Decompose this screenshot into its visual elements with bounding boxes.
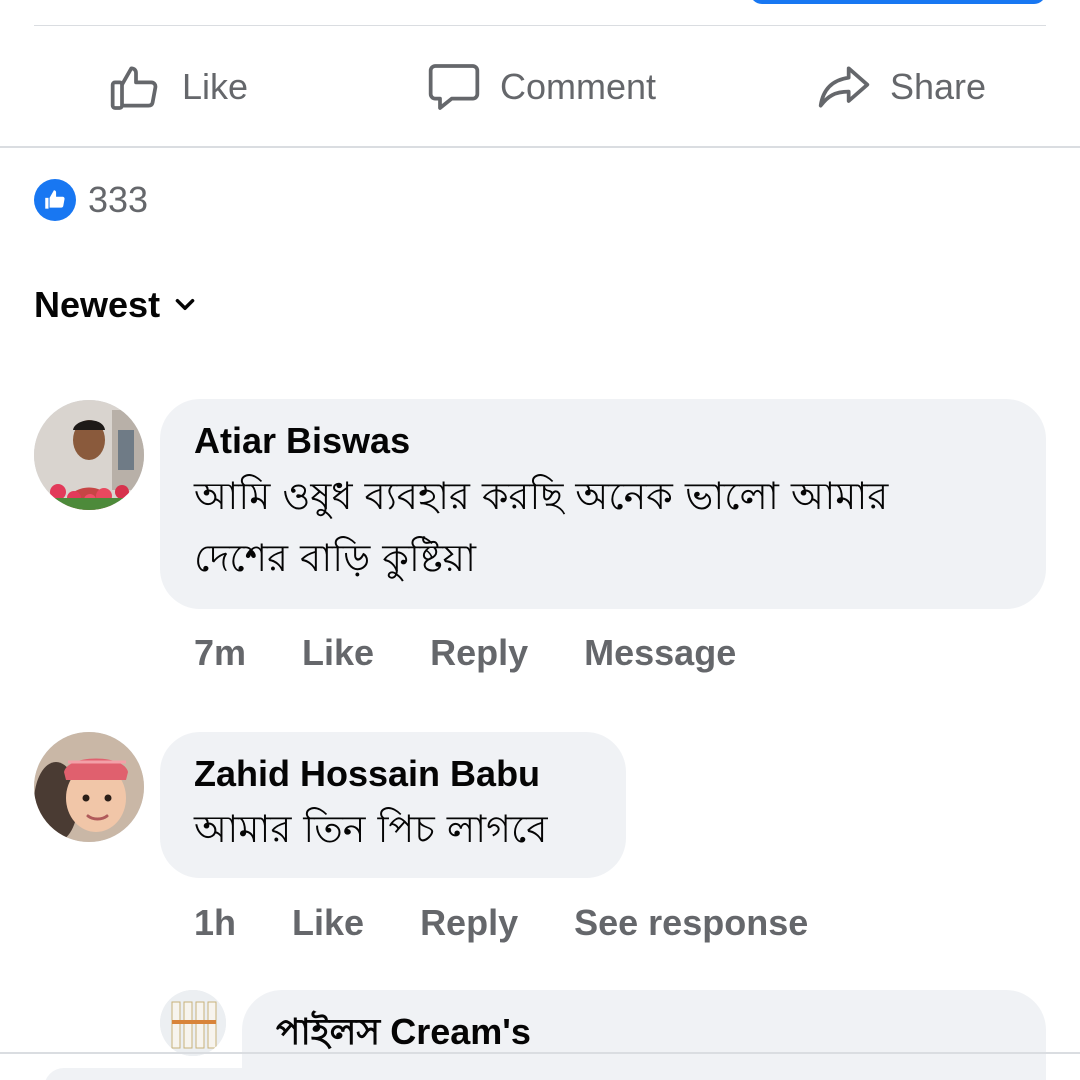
reply-bubble[interactable]: পাইলস Cream's <box>242 990 1046 1080</box>
divider <box>0 1052 1080 1054</box>
share-button[interactable]: Share <box>816 56 986 118</box>
thumbs-up-icon <box>110 66 158 110</box>
comment-label: Comment <box>500 66 657 107</box>
like-reaction-icon <box>34 179 76 221</box>
comment-reply-link[interactable]: Reply <box>420 902 518 944</box>
like-button[interactable]: Like <box>108 56 248 118</box>
divider <box>0 146 1080 148</box>
comment-icon <box>428 64 480 110</box>
reaction-summary[interactable]: 333 <box>34 178 148 222</box>
comment-time: 7m <box>194 632 247 673</box>
comment-bubble[interactable]: Zahid Hossain Babu আমার তিন পিচ লাগবে <box>160 732 626 878</box>
comment-input[interactable] <box>44 1068 1036 1080</box>
sort-dropdown[interactable]: Newest <box>34 284 198 326</box>
comment-like-link[interactable]: Like <box>292 902 364 944</box>
sort-label: Newest <box>34 284 161 325</box>
see-response-link[interactable]: See response <box>574 902 808 944</box>
reaction-count: 333 <box>88 179 149 220</box>
reply-avatar[interactable] <box>160 990 226 1056</box>
comment-bubble[interactable]: Atiar Biswas আমি ওষুধ ব্যবহার করছি অনেক … <box>160 399 1046 609</box>
post-action-bar: Like Comment Share <box>0 26 1080 146</box>
comment-actions: 7m Like Reply Message <box>194 632 792 674</box>
comment-like-link[interactable]: Like <box>302 632 374 674</box>
comment-text: আমার তিন পিচ লাগবে <box>194 807 548 851</box>
like-label: Like <box>182 66 249 107</box>
comment-message-link[interactable]: Message <box>584 632 736 674</box>
comment-time: 1h <box>194 902 237 943</box>
reply-author[interactable]: পাইলস Cream's <box>276 1010 1012 1054</box>
share-label: Share <box>890 66 987 107</box>
avatar[interactable] <box>34 400 144 510</box>
comment-text: আমি ওষুধ ব্যবহার করছি অনেক ভালো আমার <box>194 474 889 518</box>
share-icon <box>818 66 870 108</box>
top-action-button[interactable] <box>750 0 1046 4</box>
comment-author[interactable]: Zahid Hossain Babu <box>194 752 592 796</box>
comment-text: দেশের বাড়ি কুষ্টিয়া <box>194 536 477 580</box>
comment-actions: 1h Like Reply See response <box>194 902 864 944</box>
chevron-down-icon <box>175 298 195 310</box>
comment-author[interactable]: Atiar Biswas <box>194 419 1012 463</box>
comment-button[interactable]: Comment <box>426 56 656 118</box>
avatar[interactable] <box>34 732 144 842</box>
comment-reply-link[interactable]: Reply <box>430 632 528 674</box>
